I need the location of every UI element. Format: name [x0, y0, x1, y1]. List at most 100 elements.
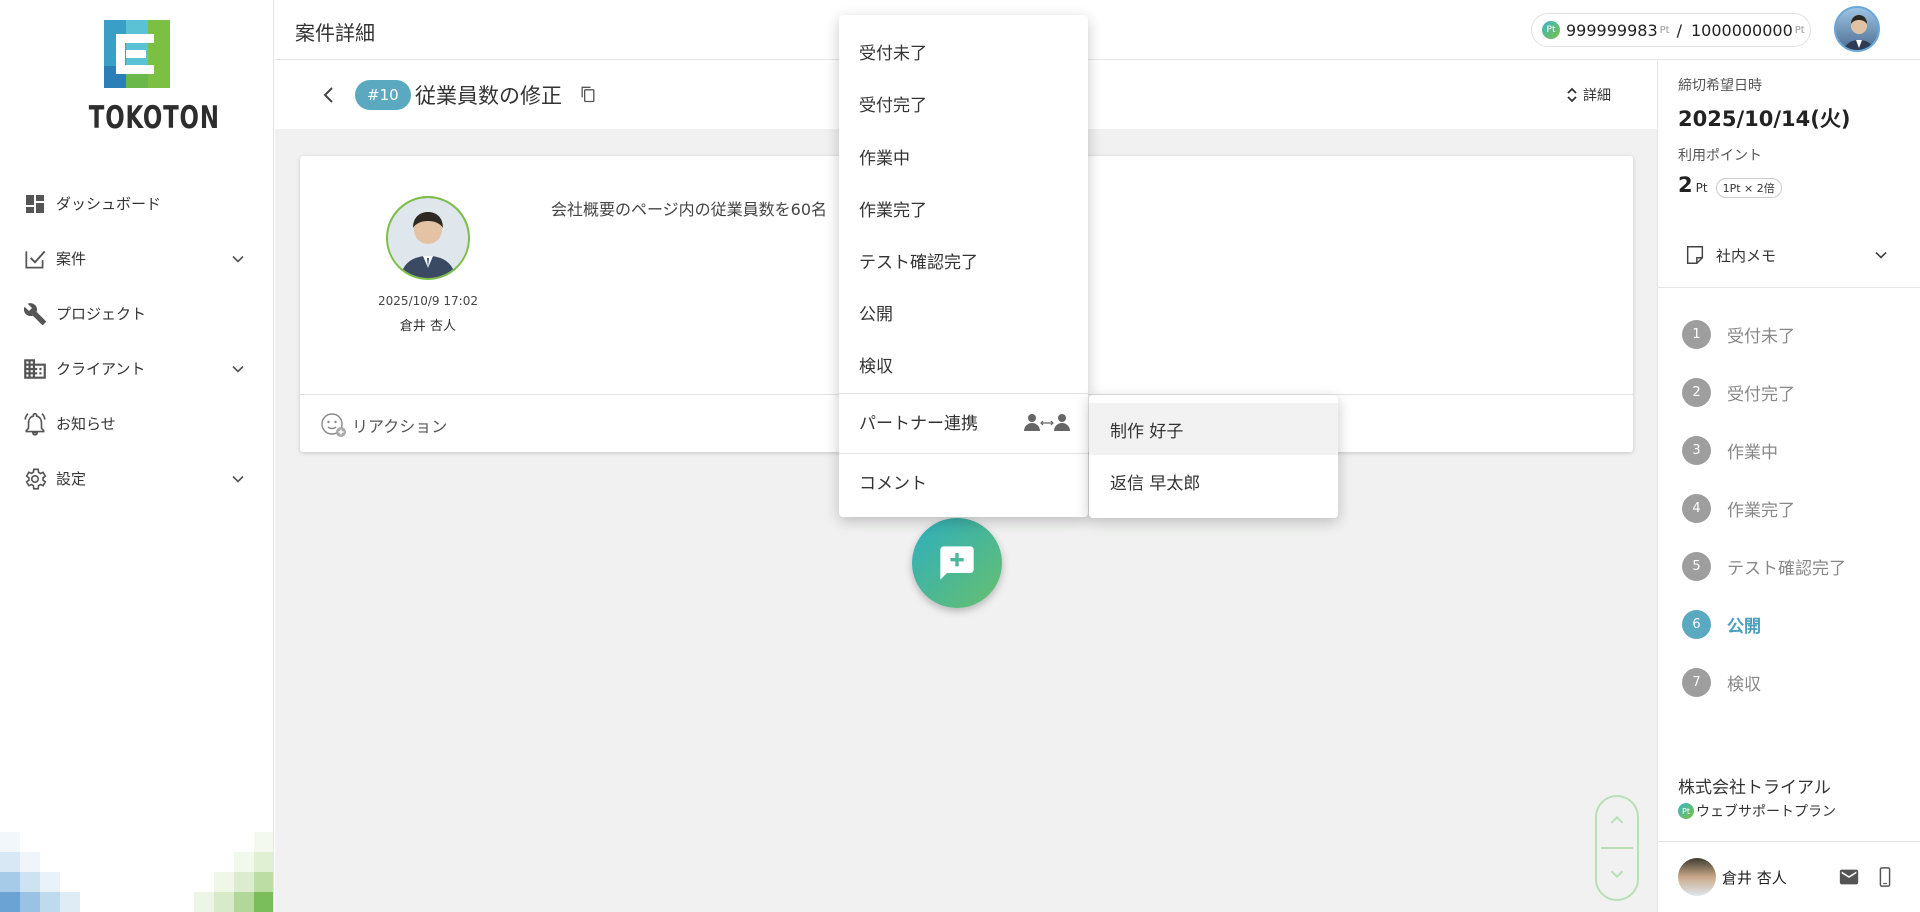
step-label: 検収	[1727, 674, 1761, 695]
partner-option[interactable]: 制作 好子	[1089, 403, 1338, 455]
deadline-value: 2025/10/14(火)	[1678, 107, 1851, 131]
plan-name: ウェブサポートプラン	[1696, 804, 1836, 820]
step-label: テスト確認完了	[1727, 558, 1846, 579]
partner-submenu: 制作 好子 返信 早太郎	[1089, 395, 1338, 518]
top-bar: 案件詳細 Pt 999999983 Pt / 1000000000 Pt	[275, 0, 1920, 60]
points-used: 999999983	[1566, 20, 1658, 40]
user-avatar[interactable]	[1834, 6, 1880, 52]
partner-label: パートナー連携	[859, 413, 978, 434]
memo-label: 社内メモ	[1716, 246, 1777, 265]
sidebar-item-label: ダッシュボード	[56, 195, 162, 213]
scroll-divider	[1601, 847, 1633, 849]
point-badge-icon: Pt	[1678, 803, 1694, 819]
status-step-3[interactable]: 3 作業中	[1682, 421, 1846, 479]
phone-icon[interactable]	[1874, 866, 1896, 888]
page-title: 案件詳細	[295, 21, 375, 45]
points-separator: /	[1676, 20, 1682, 40]
sidebar-item-dashboard[interactable]: ダッシュボード	[0, 176, 273, 231]
step-number: 3	[1682, 435, 1711, 465]
chevron-down-icon[interactable]	[228, 469, 248, 489]
status-step-6[interactable]: 6 公開	[1682, 595, 1846, 653]
client-plan: Pt ウェブサポートプラン	[1678, 801, 1836, 821]
point-badge-icon: Pt	[1542, 21, 1560, 39]
chevron-down-icon[interactable]	[228, 359, 248, 379]
menu-divider	[839, 453, 1088, 454]
status-step-2[interactable]: 2 受付完了	[1682, 363, 1846, 421]
step-number: 5	[1682, 551, 1711, 581]
step-number: 1	[1682, 319, 1711, 349]
points-total: 1000000000	[1690, 20, 1793, 40]
mail-icon[interactable]	[1838, 866, 1860, 888]
avatar-portrait-icon	[1843, 15, 1875, 50]
points-calc-badge: 1Pt × 2倍	[1715, 178, 1782, 198]
menu-divider	[839, 393, 1088, 394]
detail-label: 詳細	[1583, 88, 1611, 104]
sidebar-item-label: お知らせ	[56, 415, 116, 433]
step-label: 公開	[1727, 616, 1761, 637]
case-check-icon	[22, 246, 48, 272]
add-comment-icon	[940, 546, 974, 580]
reaction-button[interactable]: リアクション	[320, 411, 447, 439]
memo-icon	[1686, 246, 1704, 264]
sidebar-item-projects[interactable]: プロジェクト	[0, 286, 273, 341]
step-number: 7	[1682, 667, 1711, 697]
status-step-4[interactable]: 4 作業完了	[1682, 479, 1846, 537]
step-label: 作業完了	[1727, 500, 1795, 521]
menu-item-comment[interactable]: コメント	[839, 455, 1088, 507]
assigned-user: 倉井 杏人	[1658, 841, 1920, 912]
back-arrow-icon[interactable]	[317, 83, 341, 107]
status-step-7[interactable]: 7 検収	[1682, 653, 1846, 711]
menu-item-status-7[interactable]: 検収	[839, 338, 1088, 390]
menu-item-status-5[interactable]: テスト確認完了	[839, 234, 1088, 286]
menu-item-status-2[interactable]: 受付完了	[839, 77, 1088, 129]
post-date: 2025/10/9 17:02	[378, 294, 478, 308]
sidebar-item-label: 案件	[56, 250, 87, 268]
status-step-5[interactable]: 5 テスト確認完了	[1682, 537, 1846, 595]
sidebar-item-clients[interactable]: クライアント	[0, 341, 273, 396]
scroll-control	[1595, 795, 1639, 901]
post-author: 倉井 杏人	[399, 319, 457, 334]
sidebar-item-label: 設定	[56, 470, 87, 488]
sidebar-item-settings[interactable]: 設定	[0, 451, 273, 506]
step-number: 2	[1682, 377, 1711, 407]
chevron-down-icon[interactable]	[228, 249, 248, 269]
points-unit: Pt	[1794, 24, 1805, 36]
sidebar-item-label: クライアント	[56, 360, 146, 378]
menu-item-partner[interactable]: パートナー連携	[839, 395, 1088, 447]
building-icon	[22, 356, 48, 382]
points-value: 2	[1678, 173, 1693, 197]
sidebar-item-cases[interactable]: 案件	[0, 231, 273, 286]
menu-item-status-1[interactable]: 受付未了	[839, 25, 1088, 77]
status-step-1[interactable]: 1 受付未了	[1682, 305, 1846, 363]
status-dropdown-menu: 受付未了 受付完了 作業中 作業完了 テスト確認完了 公開 検収 パートナー連携…	[839, 15, 1088, 517]
right-panel: 締切希望日時 2025/10/14(火) 利用ポイント 2 Pt 1Pt × 2…	[1657, 61, 1920, 912]
sidebar-item-notifications[interactable]: お知らせ	[0, 396, 273, 451]
sidebar-item-label: プロジェクト	[56, 305, 147, 323]
unfold-icon	[1567, 87, 1577, 103]
partner-option[interactable]: 返信 早太郎	[1089, 455, 1338, 507]
step-label: 作業中	[1727, 442, 1778, 463]
logo-mark-icon	[104, 20, 170, 88]
scroll-down-icon[interactable]	[1606, 863, 1628, 885]
avatar-portrait-icon	[388, 198, 468, 278]
points-balance: Pt 999999983 Pt / 1000000000 Pt	[1531, 13, 1811, 47]
scroll-up-icon[interactable]	[1606, 809, 1628, 831]
partner-link-icon	[1024, 414, 1070, 431]
points-usage: 2 Pt 1Pt × 2倍	[1678, 173, 1782, 198]
step-number: 4	[1682, 493, 1711, 523]
copy-icon[interactable]	[578, 84, 598, 104]
menu-item-status-6[interactable]: 公開	[839, 286, 1088, 338]
client-company: 株式会社トライアル	[1678, 778, 1831, 798]
pixel-decoration	[0, 832, 273, 912]
post-body: 会社概要のページ内の従業員数を60名	[551, 200, 828, 219]
menu-item-status-4[interactable]: 作業完了	[839, 182, 1088, 234]
user-name: 倉井 杏人	[1722, 868, 1787, 887]
detail-toggle-button[interactable]: 詳細	[1565, 83, 1611, 107]
menu-item-status-3[interactable]: 作業中	[839, 130, 1088, 182]
chevron-down-icon	[1875, 251, 1887, 259]
add-reaction-icon	[321, 413, 346, 437]
internal-memo-toggle[interactable]: 社内メモ	[1658, 223, 1920, 288]
reaction-label: リアクション	[352, 417, 448, 436]
case-title: 従業員数の修正	[415, 84, 562, 108]
add-comment-fab[interactable]	[912, 518, 1002, 608]
